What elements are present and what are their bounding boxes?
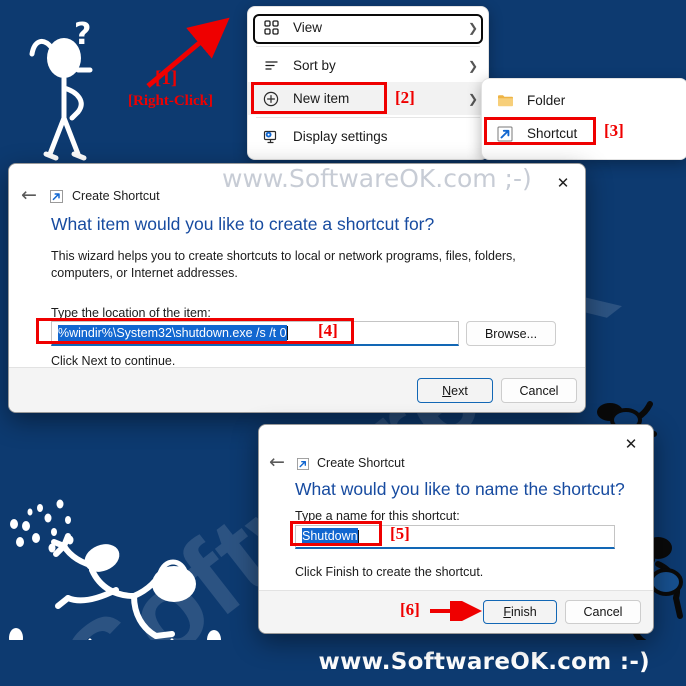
finish-button-accel: F xyxy=(503,605,511,619)
location-input[interactable]: %windir%\System32\shutdown.exe /s /t 0 xyxy=(51,321,459,346)
location-dialog-footer: Next Cancel xyxy=(9,367,585,412)
shortcut-title-icon xyxy=(50,190,63,203)
context-menu-item-display-settings[interactable]: Display settings xyxy=(248,120,488,153)
name-dialog-title: Create Shortcut xyxy=(317,456,405,470)
back-icon[interactable]: ← xyxy=(269,453,285,472)
name-dialog-hint: Click Finish to create the shortcut. xyxy=(295,565,484,579)
submenu-item-folder-label: Folder xyxy=(527,93,566,108)
sort-icon xyxy=(260,55,282,77)
context-menu-item-view[interactable]: View ❯ xyxy=(248,11,488,44)
close-icon[interactable]: ✕ xyxy=(541,168,585,198)
location-field-label: Type the location of the item: xyxy=(51,306,211,320)
location-field-label-accel: T xyxy=(51,306,58,320)
context-menu-item-new-item-label: New item xyxy=(293,91,350,106)
name-field-label-rest: ype a name for this shortcut: xyxy=(301,509,460,523)
name-input-value: Shutdown xyxy=(302,528,358,545)
context-menu-divider xyxy=(256,46,480,47)
create-shortcut-location-dialog[interactable]: ✕ ← Create Shortcut What item would you … xyxy=(8,163,586,413)
browse-button[interactable]: Browse... xyxy=(466,321,556,346)
display-settings-icon xyxy=(260,126,282,148)
location-field-label-rest: ype the location of the item: xyxy=(57,306,211,320)
context-menu-item-display-settings-label: Display settings xyxy=(293,129,388,144)
finish-button[interactable]: Finish xyxy=(483,600,557,624)
name-dialog-heading: What would you like to name the shortcut… xyxy=(295,479,625,499)
location-dialog-body: ✕ ← Create Shortcut What item would you … xyxy=(9,164,585,368)
name-field-label: Type a name for this shortcut: xyxy=(295,509,460,523)
next-button-accel: N xyxy=(442,383,452,398)
create-shortcut-name-dialog[interactable]: ✕ ← Create Shortcut What would you like … xyxy=(258,424,654,634)
submenu-item-folder[interactable]: Folder xyxy=(482,84,686,117)
name-field-label-accel: T xyxy=(295,509,302,523)
folder-icon xyxy=(494,90,516,112)
chevron-right-icon: ❯ xyxy=(467,58,478,73)
plus-circle-icon xyxy=(260,88,282,110)
desktop-context-menu[interactable]: View ❯ Sort by ❯ New item ❯ Display sett… xyxy=(247,6,489,160)
name-dialog-body: ✕ ← Create Shortcut What would you like … xyxy=(259,425,653,590)
screenshot-root: SoftwareOK ? [1] [Right-Click] xyxy=(0,0,686,686)
cancel-button[interactable]: Cancel xyxy=(501,378,577,403)
bottom-watermark-text: www.SoftwareOK.com :-) xyxy=(318,649,650,675)
context-menu-item-new-item[interactable]: New item ❯ xyxy=(248,82,488,115)
location-dialog-description: This wizard helps you to create shortcut… xyxy=(51,249,516,280)
next-button[interactable]: Next xyxy=(417,378,493,403)
context-menu-item-view-label: View xyxy=(293,20,323,35)
text-caret xyxy=(357,529,359,544)
bottom-watermark-banner: www.SoftwareOK.com :-) xyxy=(0,640,686,686)
chevron-right-icon: ❯ xyxy=(467,20,478,35)
shortcut-title-icon xyxy=(297,457,310,470)
cancel-button[interactable]: Cancel xyxy=(565,600,641,624)
submenu-item-shortcut[interactable]: Shortcut xyxy=(482,117,686,150)
shortcut-arrow-icon xyxy=(494,123,516,145)
grid-icon xyxy=(260,17,282,39)
text-caret xyxy=(286,326,288,340)
location-input-value: %windir%\System32\shutdown.exe /s /t 0 xyxy=(58,324,287,342)
name-input[interactable]: Shutdown xyxy=(295,525,615,549)
location-dialog-heading: What item would you like to create a sho… xyxy=(51,214,435,234)
finish-button-rest: inish xyxy=(510,605,537,619)
submenu-item-shortcut-label: Shortcut xyxy=(527,126,578,141)
back-icon[interactable]: ← xyxy=(21,186,37,205)
location-dialog-hint: Click Next to continue. xyxy=(51,354,176,368)
name-dialog-footer: Finish Cancel xyxy=(259,590,653,633)
new-item-submenu[interactable]: Folder Shortcut xyxy=(481,78,686,160)
location-dialog-title: Create Shortcut xyxy=(72,189,160,203)
context-menu-item-sort-by-label: Sort by xyxy=(293,58,336,73)
context-menu-item-sort-by[interactable]: Sort by ❯ xyxy=(248,49,488,82)
next-button-rest: ext xyxy=(451,383,468,398)
chevron-right-icon: ❯ xyxy=(467,91,478,106)
context-menu-divider xyxy=(256,117,480,118)
close-icon[interactable]: ✕ xyxy=(609,429,653,459)
